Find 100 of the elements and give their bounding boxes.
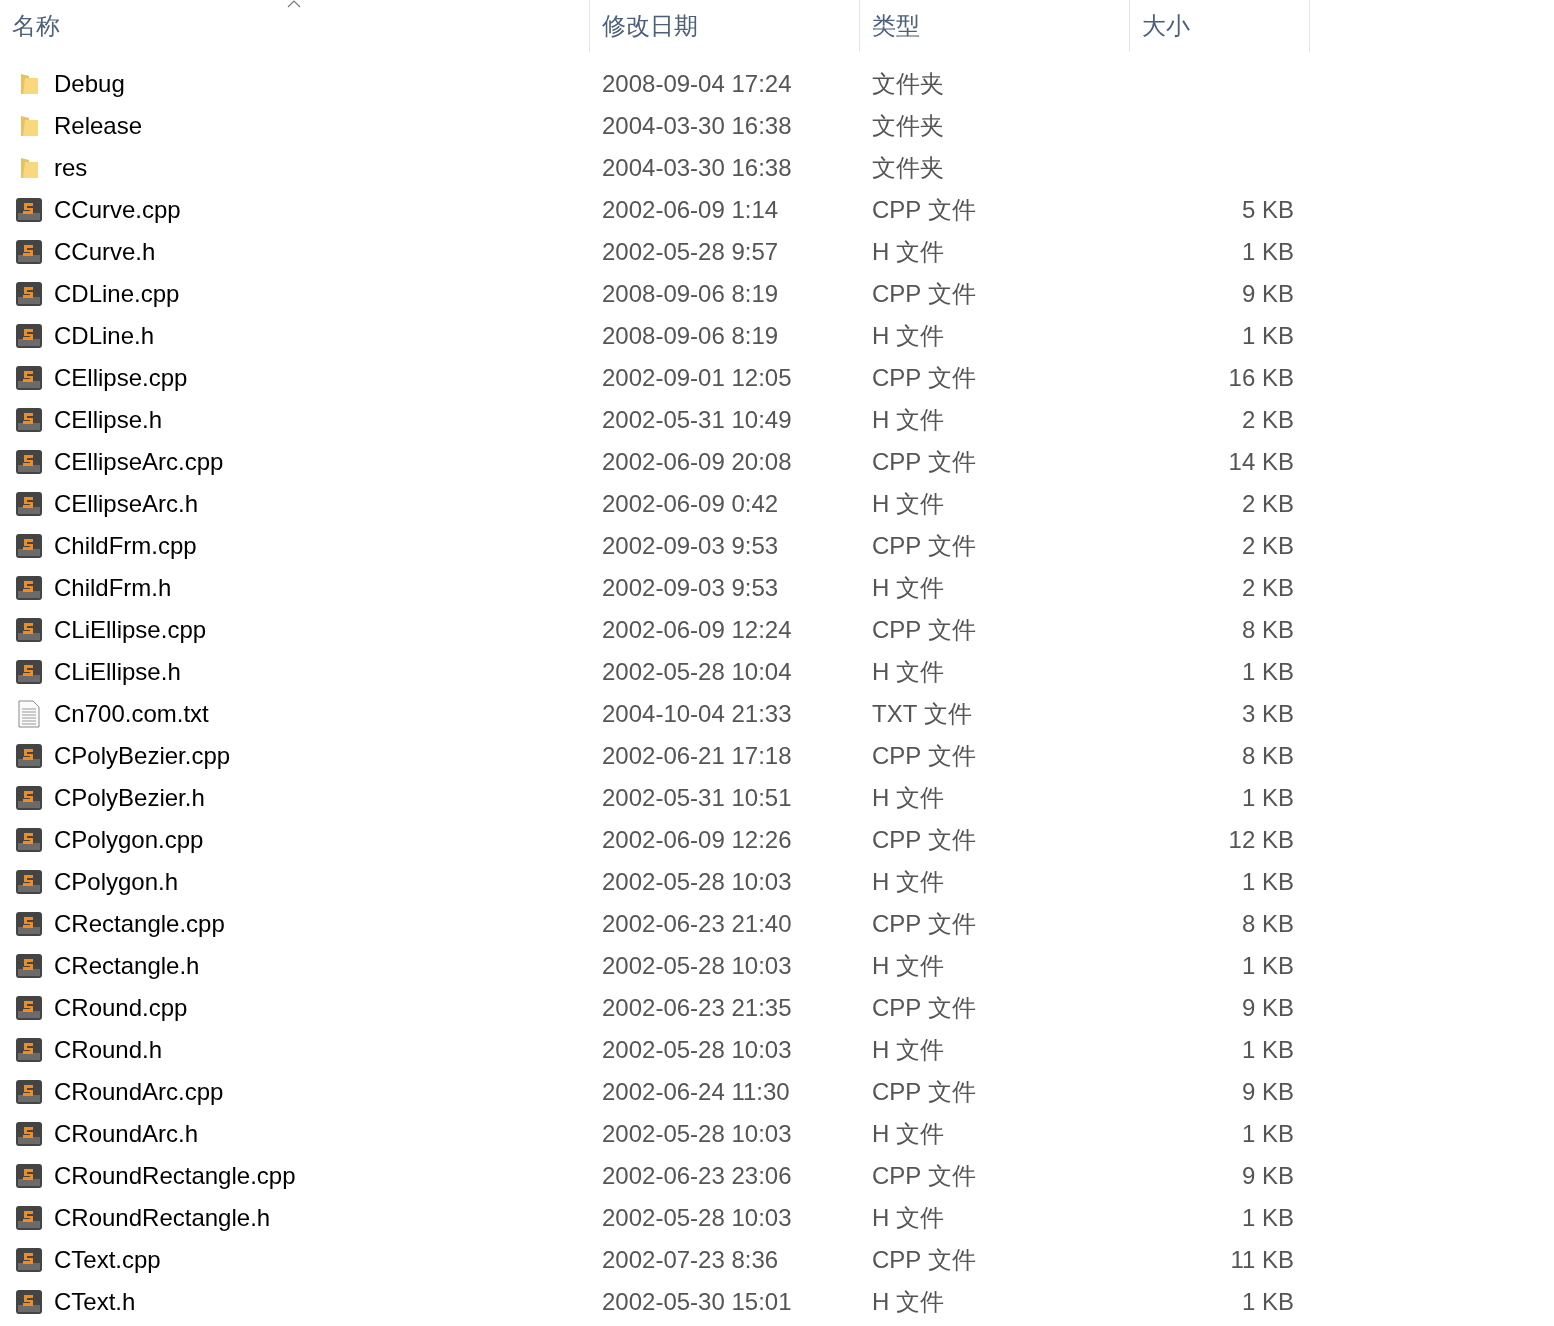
column-header[interactable]: 大小 xyxy=(1142,10,1190,42)
file-name[interactable]: CDLine.cpp xyxy=(54,280,180,308)
file-type: CPP 文件 xyxy=(872,279,976,309)
file-size: 1 KB xyxy=(1241,238,1294,266)
file-name[interactable]: CEllipseArc.cpp xyxy=(54,448,224,476)
source-file-icon xyxy=(15,365,43,391)
file-size: 8 KB xyxy=(1241,910,1294,938)
modified-date: 2002-05-30 15:01 xyxy=(602,1288,792,1316)
modified-date: 2002-07-23 8:36 xyxy=(602,1246,779,1274)
file-type: CPP 文件 xyxy=(872,195,976,225)
file-size: 1 KB xyxy=(1241,1036,1294,1064)
file-type: H 文件 xyxy=(872,867,944,897)
source-file-icon xyxy=(15,323,43,349)
file-name[interactable]: Debug xyxy=(54,70,125,98)
file-name[interactable]: CEllipse.h xyxy=(54,406,163,434)
file-type: TXT 文件 xyxy=(872,699,972,729)
file-type: H 文件 xyxy=(872,1203,944,1233)
source-file-icon xyxy=(15,533,43,559)
file-type: H 文件 xyxy=(872,951,944,981)
file-name[interactable]: CCurve.cpp xyxy=(54,196,181,224)
file-type: 文件夹 xyxy=(872,69,944,99)
text-file-icon xyxy=(15,700,43,728)
file-size: 1 KB xyxy=(1241,322,1294,350)
file-size: 1 KB xyxy=(1241,1204,1294,1232)
modified-date: 2002-05-31 10:49 xyxy=(602,406,792,434)
file-type: CPP 文件 xyxy=(872,363,976,393)
file-type: CPP 文件 xyxy=(872,1161,976,1191)
file-name[interactable]: CText.cpp xyxy=(54,1246,161,1274)
file-size: 8 KB xyxy=(1241,742,1294,770)
file-name[interactable]: ChildFrm.h xyxy=(54,574,172,602)
column-header[interactable]: 名称 xyxy=(12,10,60,42)
column-header[interactable]: 类型 xyxy=(872,10,920,42)
file-name[interactable]: CDLine.h xyxy=(54,322,155,350)
file-name[interactable]: CLiEllipse.cpp xyxy=(54,616,207,644)
modified-date: 2002-05-28 9:57 xyxy=(602,238,779,266)
file-name[interactable]: CRound.cpp xyxy=(54,994,188,1022)
file-name[interactable]: CPolygon.h xyxy=(54,868,179,896)
file-name[interactable]: CRoundArc.h xyxy=(54,1120,199,1148)
file-name[interactable]: CText.h xyxy=(54,1288,136,1316)
file-name[interactable]: CEllipse.cpp xyxy=(54,364,188,392)
column-header[interactable]: 修改日期 xyxy=(602,10,698,42)
modified-date: 2002-06-21 17:18 xyxy=(602,742,792,770)
file-name[interactable]: CEllipseArc.h xyxy=(54,490,199,518)
file-name[interactable]: Release xyxy=(54,112,143,140)
file-name[interactable]: CPolygon.cpp xyxy=(54,826,204,854)
file-name[interactable]: CRectangle.cpp xyxy=(54,910,225,938)
file-name[interactable]: ChildFrm.cpp xyxy=(54,532,197,560)
source-file-icon xyxy=(15,449,43,475)
file-size: 1 KB xyxy=(1241,658,1294,686)
file-size: 11 KB xyxy=(1230,1246,1294,1274)
source-file-icon xyxy=(15,239,43,265)
source-file-icon xyxy=(15,617,43,643)
file-name[interactable]: CLiEllipse.h xyxy=(54,658,181,686)
file-size: 9 KB xyxy=(1241,1162,1294,1190)
modified-date: 2002-09-03 9:53 xyxy=(602,532,779,560)
source-file-icon xyxy=(15,281,43,307)
modified-date: 2002-06-09 12:26 xyxy=(602,826,792,854)
file-size: 1 KB xyxy=(1241,952,1294,980)
source-file-icon xyxy=(15,743,43,769)
source-file-icon xyxy=(15,491,43,517)
file-name[interactable]: CPolyBezier.h xyxy=(54,784,205,812)
file-type: CPP 文件 xyxy=(872,909,976,939)
source-file-icon xyxy=(15,827,43,853)
file-size: 16 KB xyxy=(1228,364,1294,392)
modified-date: 2002-09-01 12:05 xyxy=(602,364,792,392)
file-type: CPP 文件 xyxy=(872,825,976,855)
file-name[interactable]: CRoundRectangle.h xyxy=(54,1204,271,1232)
modified-date: 2002-06-09 12:24 xyxy=(602,616,792,644)
file-size: 9 KB xyxy=(1241,1078,1294,1106)
file-type: H 文件 xyxy=(872,1119,944,1149)
modified-date: 2002-06-23 21:40 xyxy=(602,910,792,938)
file-type: H 文件 xyxy=(872,1287,944,1317)
file-name[interactable]: res xyxy=(54,154,88,182)
source-file-icon xyxy=(15,1037,43,1063)
file-type: H 文件 xyxy=(872,321,944,351)
source-file-icon xyxy=(15,995,43,1021)
source-file-icon xyxy=(15,575,43,601)
file-name[interactable]: Cn700.com.txt xyxy=(54,700,209,728)
file-size: 5 KB xyxy=(1241,196,1294,224)
file-type: CPP 文件 xyxy=(872,1077,976,1107)
modified-date: 2008-09-04 17:24 xyxy=(602,70,792,98)
source-file-icon xyxy=(15,869,43,895)
file-name[interactable]: CRoundArc.cpp xyxy=(54,1078,224,1106)
modified-date: 2008-09-06 8:19 xyxy=(602,322,779,350)
file-type: CPP 文件 xyxy=(872,1245,976,1275)
file-size: 2 KB xyxy=(1241,574,1294,602)
file-type: H 文件 xyxy=(872,783,944,813)
source-file-icon xyxy=(15,1247,43,1273)
file-size: 1 KB xyxy=(1241,868,1294,896)
source-file-icon xyxy=(15,1121,43,1147)
modified-date: 2002-05-28 10:03 xyxy=(602,1204,792,1232)
modified-date: 2004-03-30 16:38 xyxy=(602,154,792,182)
file-name[interactable]: CPolyBezier.cpp xyxy=(54,742,231,770)
file-type: CPP 文件 xyxy=(872,447,976,477)
source-file-icon xyxy=(15,1163,43,1189)
modified-date: 2002-05-31 10:51 xyxy=(602,784,792,812)
file-name[interactable]: CRound.h xyxy=(54,1036,163,1064)
file-name[interactable]: CCurve.h xyxy=(54,238,156,266)
file-name[interactable]: CRoundRectangle.cpp xyxy=(54,1162,296,1190)
file-name[interactable]: CRectangle.h xyxy=(54,952,200,980)
